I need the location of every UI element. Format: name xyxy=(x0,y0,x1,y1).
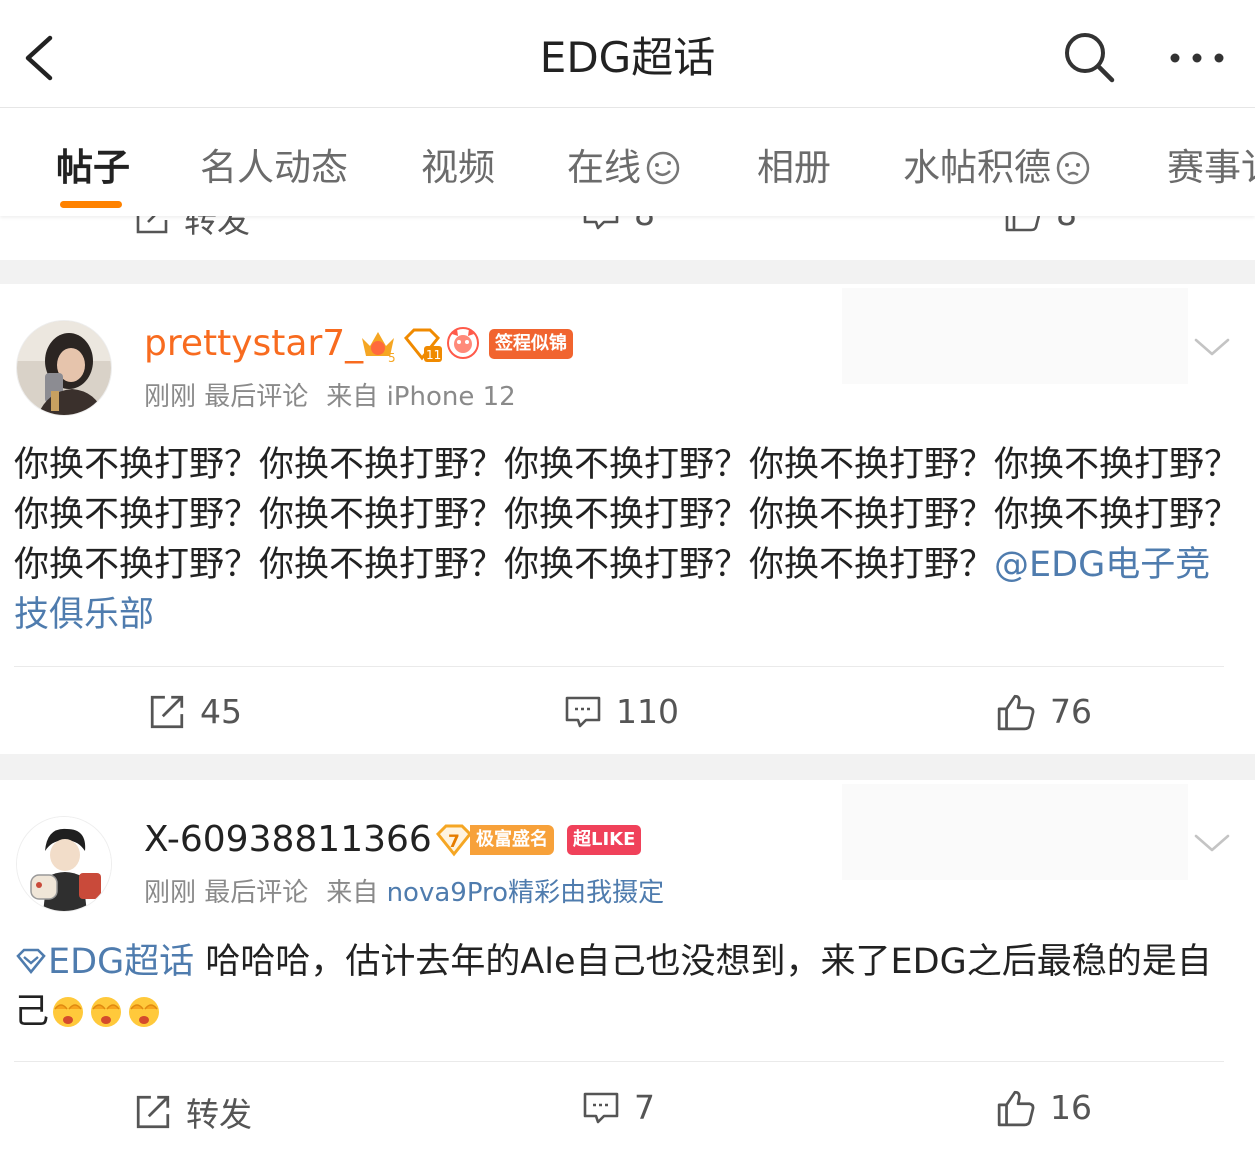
topic-link-label: EDG超话 xyxy=(48,942,195,982)
topic-link[interactable]: EDG超话 xyxy=(14,942,194,982)
repost-icon xyxy=(136,216,168,234)
tab-online[interactable]: 在线 xyxy=(567,144,681,192)
mascot-badge-icon xyxy=(447,327,479,359)
post-body: EDG超话 哈哈哈，估计去年的Ale自己也没想到，来了EDG之后最稳的是自己 xyxy=(14,937,1239,1037)
repost-label: 转发 xyxy=(186,1095,252,1134)
post-body: 你换不换打野？你换不换打野？你换不换打野？你换不换打野？你换不换打野？你换不换打… xyxy=(14,440,1239,640)
svg-text:5: 5 xyxy=(388,351,396,364)
super-topic-icon xyxy=(16,948,46,975)
section-gap xyxy=(0,754,1255,780)
comment-count: 110 xyxy=(616,692,679,731)
comment-count: 7 xyxy=(634,1088,655,1127)
post-card: prettystar7_ 5 11 签程似锦 刚刚 最后评论 来自 iPhone … xyxy=(0,284,1255,754)
top-nav-bar: EDG超话 xyxy=(0,0,1255,108)
comment-count: 8 xyxy=(634,216,655,233)
post-activity: 最后评论 xyxy=(204,382,309,412)
tab-bar: 帖子 名人动态 视频 在线 相册 水帖积德 赛事讠 xyxy=(0,108,1255,216)
tab-label: 帖子 xyxy=(56,146,130,189)
chevron-down-icon[interactable] xyxy=(1192,830,1232,858)
smiley-icon xyxy=(646,151,680,185)
repost-button[interactable]: 45 xyxy=(148,692,242,731)
search-icon[interactable] xyxy=(1062,30,1116,84)
tab-celebrity-updates[interactable]: 名人动态 xyxy=(200,144,348,192)
fan-badge: 签程似锦 xyxy=(489,329,573,359)
active-tab-indicator xyxy=(60,201,122,208)
diamond-level-icon: 7 xyxy=(435,824,473,857)
previous-post-action-bar: 转发 8 8 xyxy=(0,216,1255,260)
like-icon xyxy=(997,694,1035,730)
post-activity: 最后评论 xyxy=(204,878,309,908)
like-count: 76 xyxy=(1050,692,1092,731)
tab-posts[interactable]: 帖子 xyxy=(56,144,130,192)
repost-button[interactable]: 转发 xyxy=(134,1088,252,1136)
tab-label: 视频 xyxy=(421,146,495,189)
tab-label: 在线 xyxy=(567,146,641,189)
like-icon xyxy=(1005,216,1040,231)
background-watermark xyxy=(842,784,1188,880)
laugh-emoji-icon xyxy=(129,997,160,1027)
post-source[interactable]: nova9Pro精彩由我摄定 xyxy=(387,878,665,908)
divider xyxy=(14,666,1224,667)
post-meta: 刚刚 最后评论 来自 nova9Pro精彩由我摄定 xyxy=(144,876,664,910)
comment-button[interactable]: 8 xyxy=(582,216,655,233)
tab-albums[interactable]: 相册 xyxy=(757,144,831,192)
tab-label: 水帖积德 xyxy=(903,146,1051,189)
super-like-badge: 超LIKE xyxy=(567,825,642,855)
diamond-icon: 11 xyxy=(403,328,442,362)
like-button[interactable]: 76 xyxy=(996,692,1092,731)
chevron-down-icon[interactable] xyxy=(1192,334,1232,362)
crown-icon: 5 xyxy=(362,332,396,364)
username[interactable]: prettystar7_ xyxy=(144,322,363,366)
post-time: 刚刚 xyxy=(144,878,197,908)
comment-icon xyxy=(565,696,601,727)
svg-text:11: 11 xyxy=(426,348,441,362)
tab-water-posts[interactable]: 水帖积德 xyxy=(903,144,1091,192)
post-card: X-60938811366 7 极富盛名 超LIKE 刚刚 最后评论 来自 nov… xyxy=(0,780,1255,1151)
tab-events[interactable]: 赛事讠 xyxy=(1167,144,1255,192)
more-icon[interactable] xyxy=(1166,38,1228,78)
source-prefix: 来自 xyxy=(326,878,379,908)
comment-icon xyxy=(583,216,619,229)
section-gap xyxy=(0,260,1255,284)
tab-label: 相册 xyxy=(757,146,831,189)
like-button[interactable]: 8 xyxy=(1004,216,1077,233)
repost-count: 45 xyxy=(200,692,242,731)
post-text: 哈哈哈，估计去年的Ale自己也没想到，来了EDG之后最稳的是自己 xyxy=(14,942,1212,1032)
like-button[interactable]: 16 xyxy=(996,1088,1092,1127)
comment-icon xyxy=(583,1092,619,1123)
laugh-emoji-icon xyxy=(91,997,122,1027)
comment-button[interactable]: 7 xyxy=(582,1088,655,1127)
like-icon xyxy=(997,1090,1035,1126)
tab-label: 赛事讠 xyxy=(1167,146,1255,189)
source-prefix: 来自 xyxy=(326,382,379,412)
sweat-smiley-icon xyxy=(1056,151,1090,185)
avatar[interactable] xyxy=(16,320,112,416)
like-count: 16 xyxy=(1050,1088,1092,1127)
divider xyxy=(14,1061,1224,1062)
post-source: iPhone 12 xyxy=(386,382,516,412)
avatar-image xyxy=(17,321,111,415)
tab-videos[interactable]: 视频 xyxy=(421,144,495,192)
like-count: 8 xyxy=(1056,216,1077,233)
repost-icon xyxy=(150,695,184,728)
avatar[interactable] xyxy=(16,816,112,912)
comment-button[interactable]: 110 xyxy=(564,692,679,731)
laugh-emoji-icon xyxy=(53,997,84,1027)
reputation-badge: 极富盛名 xyxy=(470,825,554,855)
repost-label: 转发 xyxy=(184,216,250,240)
post-time: 刚刚 xyxy=(144,382,197,412)
background-watermark xyxy=(842,288,1188,384)
repost-button[interactable]: 转发 xyxy=(134,216,250,242)
svg-text:7: 7 xyxy=(448,832,460,852)
avatar-image xyxy=(17,817,111,911)
username[interactable]: X-60938811366 xyxy=(144,818,432,862)
repost-icon xyxy=(136,1095,170,1129)
post-meta: 刚刚 最后评论 来自 iPhone 12 xyxy=(144,380,516,414)
tab-label: 名人动态 xyxy=(200,146,348,189)
